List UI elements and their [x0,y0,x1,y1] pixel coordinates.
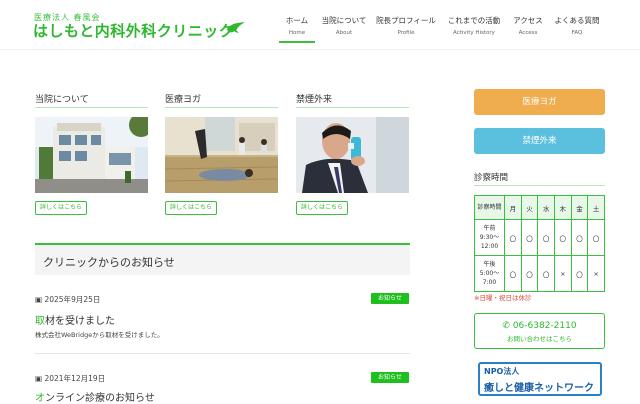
news-body: 株式会社WeBridgeから取材を受けました。 [35,331,164,339]
nav-home-sub: Home [288,30,306,36]
nav-access-sub: Access [518,30,538,36]
news-heading: クリニックからのお知らせ [43,256,175,269]
feature-title-smoking: 禁煙外来 [296,95,333,105]
day-thu: 木 [553,195,572,220]
nav-faq[interactable]: よくある質問 FAQ [554,15,600,43]
bird-logo-icon [227,22,245,33]
news-badge: お知らせ [371,293,409,304]
nav-profile[interactable]: 院長プロフィール Profile [376,15,436,43]
nav-access-label: アクセス [513,16,543,25]
smoking-more-button[interactable]: 詳しくはこちら [296,201,348,215]
day-wed: 水 [537,195,555,220]
nav-about-sub: About [335,30,353,36]
table-cell: 〇 [520,255,539,292]
table-cell: 〇 [553,219,572,256]
yoga-button[interactable]: 医療ヨガ [474,89,605,115]
divider [474,185,605,186]
yoga-class-image[interactable] [165,117,278,193]
nav-about-label: 当院について [321,16,367,25]
news-title[interactable]: 取材を受けました [35,312,115,327]
news-badge: お知らせ [371,372,409,383]
news-date: ▣ 2021年12月19日 [35,374,106,383]
table-cell: 〇 [570,255,589,292]
nav-home[interactable]: ホーム Home [279,15,315,43]
feature-title-yoga: 医療ヨガ [165,95,202,105]
site-header: 医療法人 春風会 はしもと内科外科クリニック ホーム Home 当院について A… [0,0,640,50]
nav-about[interactable]: 当院について About [321,15,367,43]
morning-label: 午前 9:30〜 12:00 [474,219,505,256]
nav-faq-sub: FAQ [571,30,583,36]
calendar-icon: ▣ [35,374,43,383]
table-cell: × [587,255,605,292]
nav-activity-sub: Activity History [453,30,495,36]
npo-banner[interactable]: NPO法人 癒しと健康ネットワーク [478,362,602,396]
news-date: ▣ 2025年9月25日 [35,295,101,304]
news-title[interactable]: オンライン診療のお知らせ [35,389,155,404]
nav-faq-label: よくある質問 [554,16,600,25]
table-cell: 〇 [504,219,522,256]
day-fri: 金 [570,195,589,220]
closed-days-note: ※日曜・祝日は休診 [474,294,532,302]
day-sat: 土 [587,195,605,220]
phone-contact-box[interactable]: ✆ 06-6382-2110 お問い合わせはこちら [474,313,605,349]
phone-number: ✆ 06-6382-2110 [502,321,577,331]
hours-title: 診察時間 [474,173,509,183]
clinic-building-image[interactable] [35,117,148,193]
man-with-inhaler-image[interactable] [296,117,409,193]
npo-name: 癒しと健康ネットワーク [484,383,594,394]
divider [296,107,409,108]
about-more-button[interactable]: 詳しくはこちら [35,201,87,215]
day-mon: 月 [504,195,522,220]
yoga-more-button[interactable]: 詳しくはこちら [165,201,217,215]
day-tue: 火 [520,195,539,220]
table-cell: 〇 [537,219,555,256]
news-separator [35,353,410,354]
npo-label: NPO法人 [484,367,520,376]
calendar-icon: ▣ [35,295,43,304]
afternoon-label: 午後 5:00〜 7:00 [474,255,505,292]
nav-activity-label: これまでの活動 [447,16,501,25]
table-cell: 〇 [570,219,589,256]
nav-activity[interactable]: これまでの活動 Activity History [444,15,504,43]
hours-table: 診察時間 月 火 水 木 金 土 午前 9:30〜 12:00 〇 〇 〇 〇 … [474,195,605,292]
feature-title-about: 当院について [35,95,89,105]
news-heading-bar: クリニックからのお知らせ [35,243,410,275]
phone-subtext: お問い合わせはこちら [507,335,572,343]
table-cell: 〇 [537,255,555,292]
hours-header-label: 診察時間 [474,195,505,220]
nav-profile-label: 院長プロフィール [376,16,436,25]
phone-icon: ✆ [502,321,510,331]
table-cell: 〇 [587,219,605,256]
smoking-cessation-button[interactable]: 禁煙外来 [474,128,605,154]
nav-home-label: ホーム [285,16,309,25]
nav-profile-sub: Profile [397,30,415,36]
divider [35,107,148,108]
divider [165,107,278,108]
table-cell: 〇 [504,255,522,292]
logo-title[interactable]: はしもと内科外科クリニック [33,20,234,41]
table-cell: × [553,255,572,292]
nav-access[interactable]: アクセス Access [510,15,546,43]
table-cell: 〇 [520,219,539,256]
